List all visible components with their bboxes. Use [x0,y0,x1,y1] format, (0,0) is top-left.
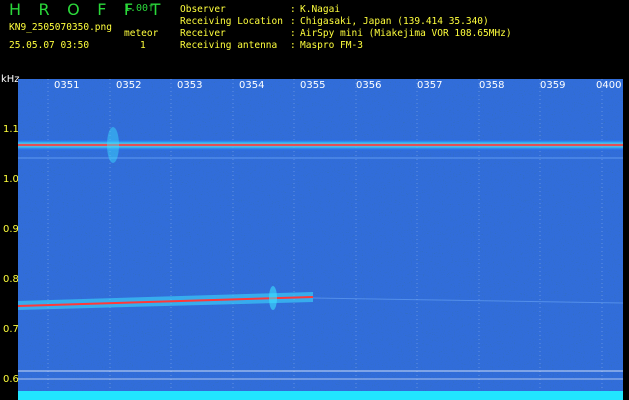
time-tick-label: 0400 [596,80,622,91]
y-tick-label: 0.6 [3,374,19,385]
header-panel: H R O F F T 1.00f KN9_2505070350.png met… [0,0,629,79]
y-tick-label: 1.1 [3,124,19,135]
time-tick-label: 0351 [54,80,80,91]
time-tick-label: 0356 [356,80,382,91]
separator: : [290,28,296,39]
app-version: 1.00f [124,3,155,14]
spectrogram [18,79,623,400]
meteor-echo [107,127,119,163]
time-tick-label: 0358 [479,80,505,91]
noise-floor [18,391,623,400]
mode-label: meteor [124,28,159,39]
y-tick-label: 1.0 [3,174,19,185]
meteor-echo [269,286,277,310]
receiver-value: AirSpy mini (Miakejima VOR 108.65MHz) [300,28,512,39]
file-name: KN9_2505070350.png [9,22,112,33]
time-tick-label: 0357 [417,80,443,91]
receiver-label: Receiver [180,28,226,39]
separator: : [290,4,296,15]
time-tick-label: 0355 [300,80,326,91]
separator: : [290,40,296,51]
y-tick-label: 0.7 [3,324,19,335]
date-time: 25.05.07 03:50 [9,40,90,51]
time-tick-label: 0354 [239,80,265,91]
y-axis-unit: kHz [1,74,20,85]
location-value: Chigasaki, Japan (139.414 35.340) [300,16,489,27]
y-tick-label: 0.9 [3,224,19,235]
time-tick-label: 0352 [116,80,142,91]
mode-value: 1 [140,40,146,51]
noise-texture [18,79,623,400]
y-tick-label: 0.8 [3,274,19,285]
antenna-value: Maspro FM-3 [300,40,363,51]
separator: : [290,16,296,27]
time-tick-label: 0359 [540,80,566,91]
observer-value: K.Nagai [300,4,341,15]
observer-label: Observer [180,4,226,15]
location-label: Receiving Location [180,16,283,27]
antenna-label: Receiving antenna [180,40,278,51]
time-tick-label: 0353 [177,80,203,91]
